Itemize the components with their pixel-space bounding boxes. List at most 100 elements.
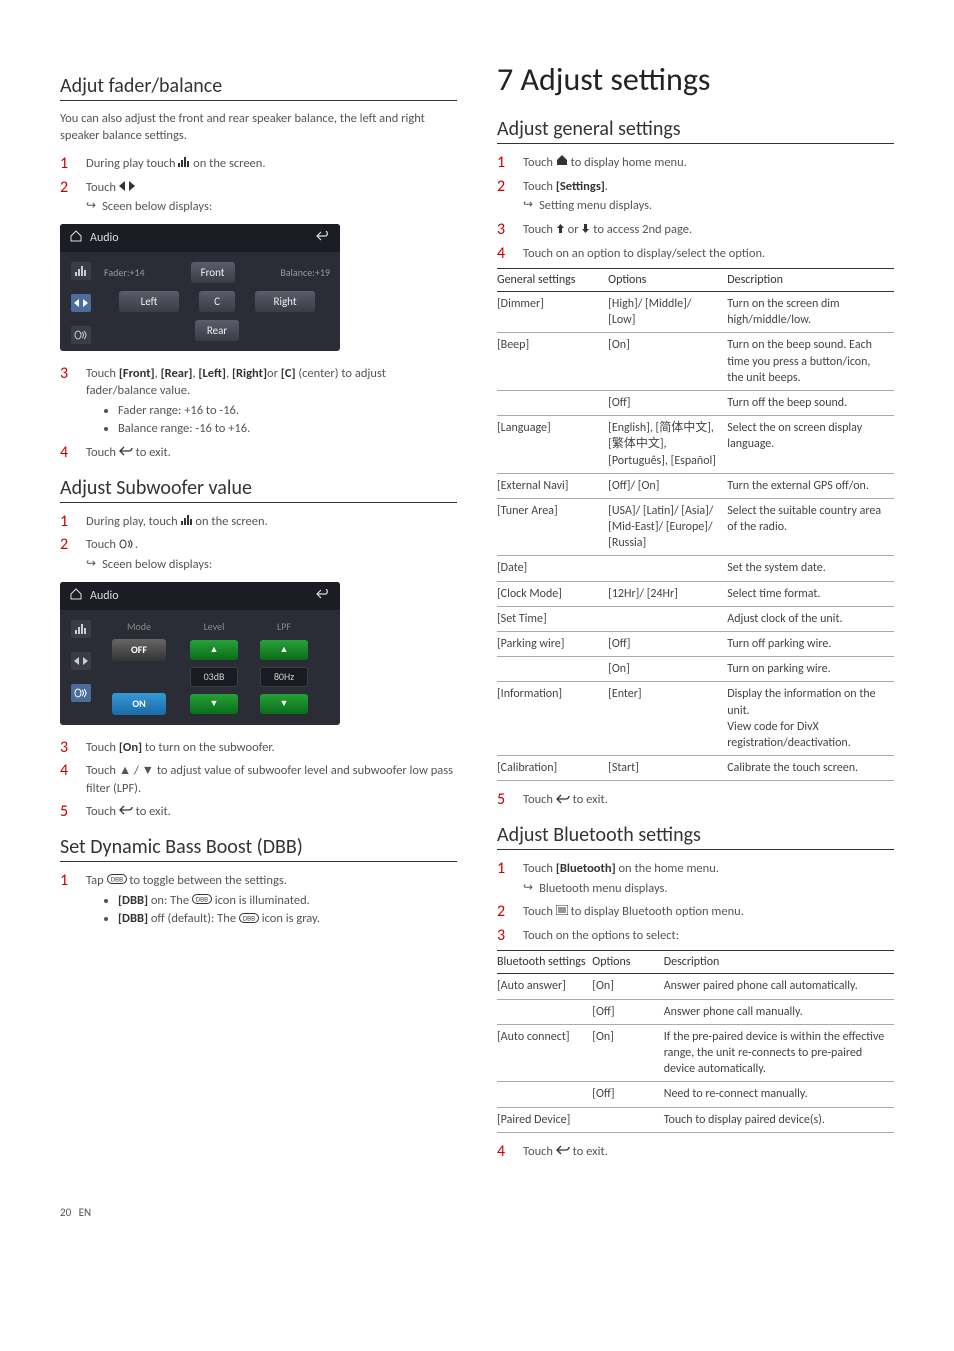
table-row: [Auto answer][On]Answer paired phone cal… [497, 974, 894, 999]
sub-tab-icon[interactable] [71, 684, 91, 702]
table-row: [Off]Turn off the beep sound. [497, 390, 894, 415]
fader-step-4: Touch to exit. [60, 444, 457, 462]
dbb-icon: DBB [239, 911, 259, 929]
table-row: [Auto connect][On]If the pre-paired devi… [497, 1024, 894, 1082]
level-down-button[interactable]: ▼ [190, 694, 238, 714]
lpf-up-button[interactable]: ▲ [260, 640, 308, 660]
options-cell: [On] [608, 657, 727, 682]
bluetooth-settings-table: Bluetooth settings Options Description [… [497, 950, 894, 1132]
back-icon[interactable] [316, 589, 330, 602]
return-icon [119, 444, 133, 462]
options-cell: [USA]/ [Latin]/ [Asia]/ [Mid-East]/ [Eur… [608, 498, 727, 556]
front-button[interactable]: Front [191, 262, 235, 283]
fader-value-label: Fader:+14 [104, 266, 145, 279]
home-icon[interactable] [70, 230, 82, 246]
options-cell: [12Hr]/ [24Hr] [608, 581, 727, 606]
svg-text:DBB: DBB [110, 878, 122, 884]
fader-balance-icon [119, 179, 135, 197]
page-footer: 20 EN [60, 1206, 894, 1219]
chapter-title: 7 Adjust settings [497, 60, 894, 99]
options-cell: [Off] [592, 999, 663, 1024]
text: Sceen below displays: [102, 198, 212, 216]
text: Sceen below displays: [102, 556, 212, 574]
bt-step-2: Touch to display Bluetooth option menu. [497, 903, 894, 921]
text: Touch [523, 222, 556, 237]
mode-on-button[interactable]: ON [112, 693, 166, 715]
setting-cell: [Auto connect] [497, 1024, 592, 1082]
description-cell: Select the suitable country area of the … [727, 498, 894, 556]
description-cell: Turn on the screen dim high/middle/low. [727, 292, 894, 333]
lpf-down-button[interactable]: ▼ [260, 694, 308, 714]
description-cell: Turn on the beep sound. Each time you pr… [727, 333, 894, 391]
gen-step-2: Touch [Settings]. ↪Setting menu displays… [497, 178, 894, 215]
description-cell: Turn off parking wire. [727, 632, 894, 657]
options-cell [608, 556, 727, 581]
setting-cell [497, 657, 608, 682]
text: on: The [148, 893, 192, 908]
left-button[interactable]: Left [119, 291, 179, 312]
front-option: [Front] [119, 366, 155, 381]
th-options: Options [592, 951, 663, 974]
dbb-step-1: Tap DBB to toggle between the settings. … [60, 872, 457, 928]
level-up-button[interactable]: ▲ [190, 640, 238, 660]
subwoofer-screenshot: Audio Mode Level LPF OFF ▲ [60, 582, 340, 725]
return-icon [119, 803, 133, 821]
text: Touch [523, 1144, 556, 1159]
text: icon is illuminated. [212, 893, 310, 908]
setting-cell: [Paired Device] [497, 1107, 592, 1132]
text: to exit. [136, 804, 171, 819]
back-icon[interactable] [316, 231, 330, 244]
text: icon is gray. [259, 911, 320, 926]
setting-cell: [Beep] [497, 333, 608, 391]
description-cell: Touch to display paired device(s). [664, 1107, 894, 1132]
fader-step-2: Touch ↪Sceen below displays: [60, 179, 457, 216]
text: on the screen. [195, 514, 267, 529]
description-cell: Turn on parking wire. [727, 657, 894, 682]
center-button[interactable]: C [199, 291, 235, 312]
sub-step-5: Touch to exit. [60, 803, 457, 821]
fader-tab-icon[interactable] [71, 294, 91, 312]
bt-step-4: Touch to exit. [497, 1143, 894, 1161]
description-cell: If the pre-paired device is within the e… [664, 1024, 894, 1082]
options-cell: [English], [简体中文], [繁体中文], [Português], … [608, 416, 727, 474]
description-cell: Select the on screen display language. [727, 416, 894, 474]
sub-step-4: Touch ▲ / ▼ to adjust value of subwoofer… [60, 762, 457, 797]
center-option: [C] [281, 366, 296, 381]
setting-cell: [Auto answer] [497, 974, 592, 999]
setting-cell: [Information] [497, 682, 608, 756]
mode-off-button[interactable]: OFF [112, 639, 166, 661]
th-setting: General settings [497, 269, 608, 292]
eq-tab-icon[interactable] [71, 262, 91, 280]
description-cell: Need to re-connect manually. [664, 1082, 894, 1107]
gen-step-1: Touch to display home menu. [497, 154, 894, 172]
dbb-icon: DBB [192, 892, 212, 910]
table-row: [Paired Device] Touch to display paired d… [497, 1107, 894, 1132]
text: Touch [523, 179, 556, 194]
balance-value-label: Balance:+19 [280, 266, 330, 279]
options-cell: [On] [592, 974, 663, 999]
description-cell: Adjust clock of the unit. [727, 606, 894, 631]
result-arrow-icon: ↪ [86, 198, 96, 215]
eq-tab-icon[interactable] [71, 620, 91, 638]
text: Tap [86, 873, 107, 888]
screenshot-title: Audio [90, 231, 119, 245]
sub-tab-icon[interactable] [71, 326, 91, 344]
description-cell: Select time format. [727, 581, 894, 606]
table-row: [Date]Set the system date. [497, 556, 894, 581]
description-cell: Answer phone call manually. [664, 999, 894, 1024]
text: Bluetooth menu displays. [539, 880, 668, 898]
right-button[interactable]: Right [255, 291, 315, 312]
text: Touch [523, 904, 556, 919]
up-arrow-icon [556, 221, 565, 239]
setting-cell [497, 999, 592, 1024]
options-cell: [Off] [592, 1082, 663, 1107]
result-arrow-icon: ↪ [523, 197, 533, 214]
setting-cell: [Date] [497, 556, 608, 581]
sub-step-3: Touch [On] to turn on the subwoofer. [60, 739, 457, 757]
home-icon[interactable] [70, 588, 82, 604]
table-row: [Information][Enter]Display the informat… [497, 682, 894, 756]
rear-button[interactable]: Rear [195, 320, 239, 341]
text: . [605, 179, 608, 194]
fader-tab-icon[interactable] [71, 652, 91, 670]
page-lang: EN [79, 1206, 91, 1219]
